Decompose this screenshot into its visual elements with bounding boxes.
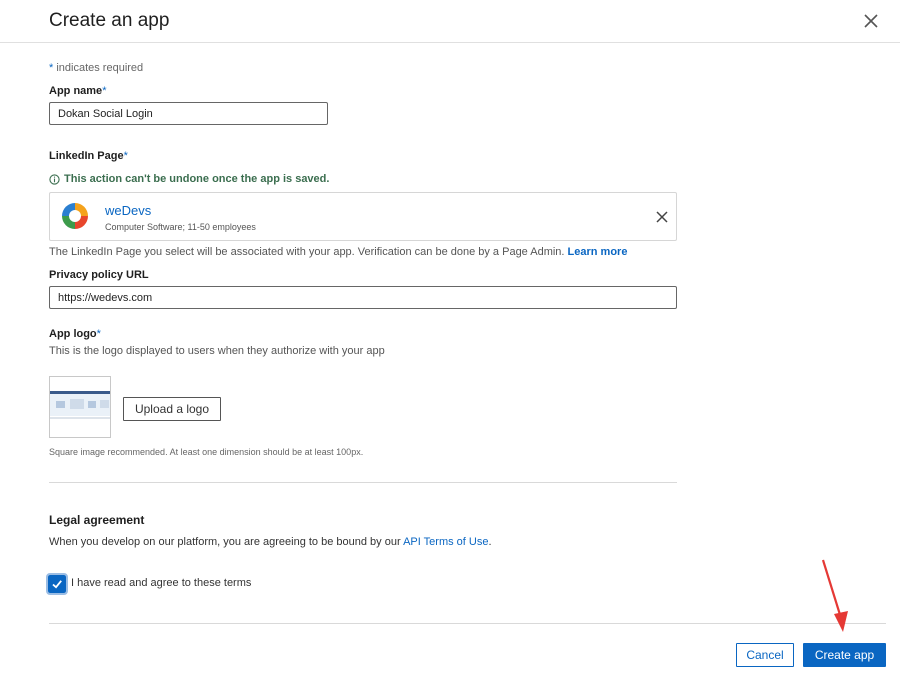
app-logo-label: App logo* xyxy=(49,328,101,340)
wedevs-logo xyxy=(62,203,88,229)
red-arrow-annotation xyxy=(821,559,848,632)
learn-more-link[interactable]: Learn more xyxy=(568,246,628,258)
required-note: * indicates required xyxy=(49,62,144,74)
create-app-button[interactable]: Create app xyxy=(803,643,886,667)
agree-label[interactable]: I have read and agree to these terms xyxy=(71,577,251,589)
page-meta: Computer Software; 11-50 employees xyxy=(105,222,256,232)
app-name-input[interactable] xyxy=(49,102,328,125)
remove-page-icon[interactable] xyxy=(654,209,670,225)
cancel-button[interactable]: Cancel xyxy=(736,643,794,667)
legal-text: When you develop on our platform, you ar… xyxy=(49,536,492,548)
modal-title: Create an app xyxy=(49,10,170,31)
linkedin-page-label: LinkedIn Page* xyxy=(49,150,128,162)
info-icon xyxy=(49,173,60,185)
page-name[interactable]: weDevs xyxy=(105,203,151,218)
privacy-url-input[interactable] xyxy=(49,286,677,309)
app-logo-description: This is the logo displayed to users when… xyxy=(49,345,385,357)
logo-preview xyxy=(49,376,111,438)
linkedin-page-card: weDevs Computer Software; 11-50 employee… xyxy=(49,192,677,241)
agree-checkbox[interactable] xyxy=(46,573,68,595)
app-name-label: App name* xyxy=(49,85,107,97)
footer-divider xyxy=(49,623,886,624)
page-help-text: The LinkedIn Page you select will be ass… xyxy=(49,246,628,258)
legal-title: Legal agreement xyxy=(49,513,145,527)
checkmark-icon xyxy=(52,580,62,589)
upload-logo-button[interactable]: Upload a logo xyxy=(123,397,221,421)
section-divider xyxy=(49,482,677,483)
close-icon[interactable] xyxy=(861,11,881,31)
logo-hint: Square image recommended. At least one d… xyxy=(49,447,364,457)
privacy-label: Privacy policy URL xyxy=(49,269,149,281)
undo-warning: This action can't be undone once the app… xyxy=(49,173,329,185)
modal-header: Create an app xyxy=(0,0,900,43)
api-terms-link[interactable]: API Terms of Use xyxy=(403,536,488,548)
